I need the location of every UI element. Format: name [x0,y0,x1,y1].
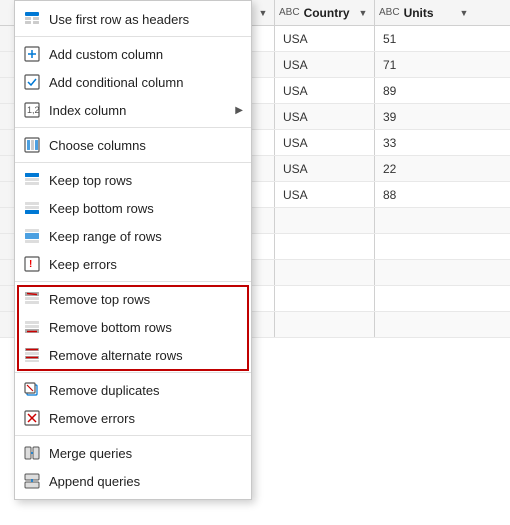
menu-item-add-custom-column[interactable]: Add custom column [15,40,251,68]
period-filter-btn[interactable]: ▼ [256,6,270,20]
cell-country: USA [275,156,375,181]
cell-units: 22 [375,156,475,181]
merge-icon [23,444,41,462]
menu-label-merge-queries: Merge queries [49,446,243,461]
menu-divider [15,36,251,37]
cell-units: 51 [375,26,475,51]
cell-units [375,234,475,259]
menu-divider [15,435,251,436]
cell-country: USA [275,78,375,103]
menu-label-remove-bottom-rows: Remove bottom rows [49,320,243,335]
cell-units [375,208,475,233]
menu-divider [15,281,251,282]
cell-units: 39 [375,104,475,129]
cell-country [275,234,375,259]
remove-alt-icon [23,346,41,364]
menu-label-use-first-row: Use first row as headers [49,12,243,27]
cell-country [275,286,375,311]
menu-item-remove-errors[interactable]: Remove errors [15,404,251,432]
menu-label-keep-range-rows: Keep range of rows [49,229,243,244]
cell-units [375,312,475,337]
cell-country: USA [275,182,375,207]
menu-label-index-column: Index column [49,103,227,118]
menu-item-keep-top-rows[interactable]: Keep top rows [15,166,251,194]
col-units-header[interactable]: ABC Units ▼ [375,0,475,25]
menu-item-index-column[interactable]: 1,2 Index column ▶ [15,96,251,124]
submenu-arrow-index-column: ▶ [235,105,243,116]
menu-label-add-conditional-column: Add conditional column [49,75,243,90]
menu-label-choose-columns: Choose columns [49,138,243,153]
menu-item-remove-duplicates[interactable]: Remove duplicates [15,376,251,404]
country-type-icon: ABC [279,7,300,18]
units-type-icon: ABC [379,7,400,18]
keep-range-icon [23,227,41,245]
conditional-col-icon [23,73,41,91]
menu-label-remove-top-rows: Remove top rows [49,292,243,307]
menu-item-remove-bottom-rows[interactable]: Remove bottom rows [15,313,251,341]
cell-country: USA [275,52,375,77]
cell-units: 71 [375,52,475,77]
index-col-icon: 1,2 [23,101,41,119]
cell-units [375,286,475,311]
table-header-icon [23,10,41,28]
menu-item-keep-bottom-rows[interactable]: Keep bottom rows [15,194,251,222]
keep-errors-icon: ! [23,255,41,273]
menu-item-keep-range-rows[interactable]: Keep range of rows [15,222,251,250]
col-country-header[interactable]: ABC Country ▼ [275,0,375,25]
cell-country: USA [275,104,375,129]
context-menu: Use first row as headers Add custom colu… [14,0,252,500]
cell-country: USA [275,130,375,155]
remove-err-icon [23,409,41,427]
menu-label-keep-errors: Keep errors [49,257,243,272]
menu-label-append-queries: Append queries [49,474,243,489]
svg-text:!: ! [29,259,32,270]
menu-divider [15,372,251,373]
choose-col-icon [23,136,41,154]
menu-item-add-conditional-column[interactable]: Add conditional column [15,68,251,96]
menu-item-choose-columns[interactable]: Choose columns [15,131,251,159]
custom-col-icon [23,45,41,63]
menu-item-remove-alternate-rows[interactable]: Remove alternate rows [15,341,251,369]
cell-units: 33 [375,130,475,155]
menu-item-keep-errors[interactable]: ! Keep errors [15,250,251,278]
keep-top-icon [23,171,41,189]
menu-item-merge-queries[interactable]: Merge queries [15,439,251,467]
menu-divider [15,162,251,163]
remove-dup-icon [23,381,41,399]
append-icon [23,472,41,490]
cell-country [275,260,375,285]
units-filter-btn[interactable]: ▼ [457,6,471,20]
menu-label-keep-bottom-rows: Keep bottom rows [49,201,243,216]
menu-label-remove-duplicates: Remove duplicates [49,383,243,398]
cell-units: 88 [375,182,475,207]
menu-item-append-queries[interactable]: Append queries [15,467,251,495]
keep-bottom-icon [23,199,41,217]
remove-top-icon [23,290,41,308]
svg-text:1,2: 1,2 [27,105,40,115]
cell-country: USA [275,26,375,51]
menu-item-remove-top-rows[interactable]: Remove top rows [15,285,251,313]
country-label: Country [304,6,352,20]
menu-item-use-first-row[interactable]: Use first row as headers [15,5,251,33]
menu-label-add-custom-column: Add custom column [49,47,243,62]
cell-country [275,312,375,337]
menu-label-remove-errors: Remove errors [49,411,243,426]
cell-units [375,260,475,285]
cell-units: 89 [375,78,475,103]
menu-divider [15,127,251,128]
menu-label-keep-top-rows: Keep top rows [49,173,243,188]
units-label: Units [404,6,453,20]
country-filter-btn[interactable]: ▼ [356,6,370,20]
cell-country [275,208,375,233]
menu-label-remove-alternate-rows: Remove alternate rows [49,348,243,363]
remove-bottom-icon [23,318,41,336]
